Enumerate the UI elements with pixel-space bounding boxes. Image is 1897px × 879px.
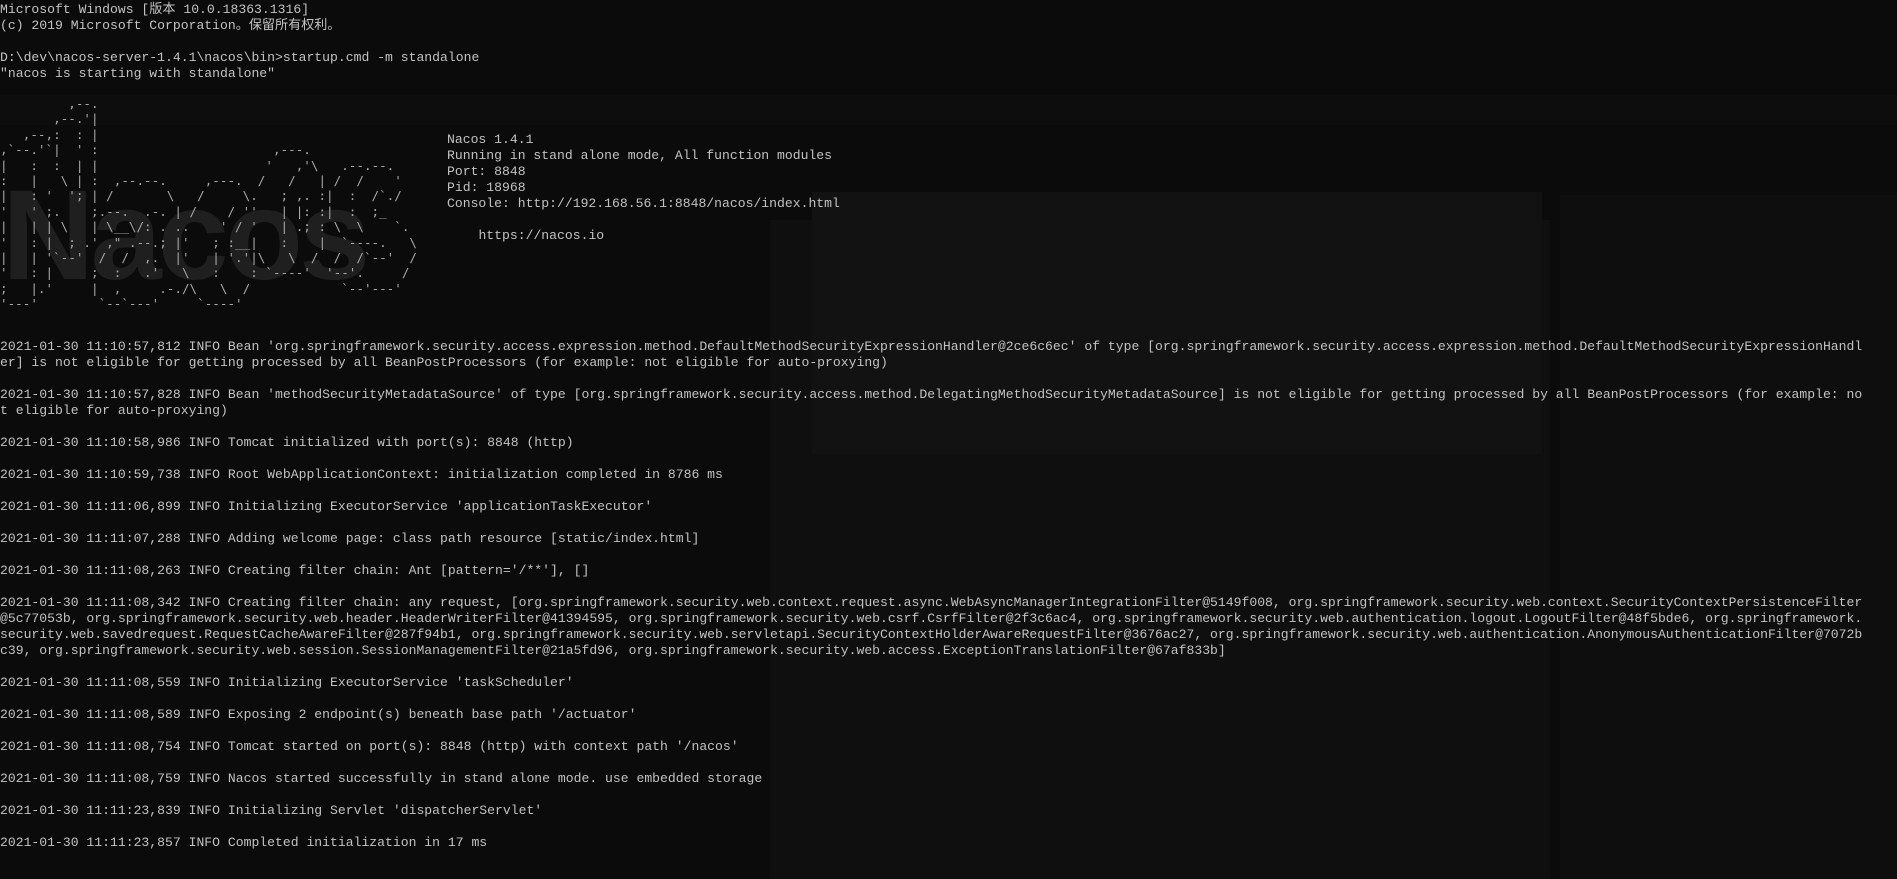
log-entry: 2021-01-30 11:11:08,759 INFO Nacos start…: [0, 771, 763, 786]
log-entry: 2021-01-30 11:11:06,899 INFO Initializin…: [0, 499, 653, 514]
log-entry: 2021-01-30 11:11:23,839 INFO Initializin…: [0, 803, 543, 818]
log-entry: 2021-01-30 11:10:57,812 INFO Bean 'org.s…: [0, 339, 1863, 370]
nacos-port: Port: 8848: [447, 164, 526, 179]
nacos-site-url: https://nacos.io: [478, 228, 605, 243]
copyright-line: (c) 2019 Microsoft Corporation。保留所有权利。: [0, 18, 341, 33]
log-entry: 2021-01-30 11:11:08,589 INFO Exposing 2 …: [0, 707, 637, 722]
log-entry: 2021-01-30 11:11:07,288 INFO Adding welc…: [0, 531, 700, 546]
log-entry: 2021-01-30 11:11:08,342 INFO Creating fi…: [0, 595, 1863, 658]
log-entry: 2021-01-30 11:11:08,263 INFO Creating fi…: [0, 563, 590, 578]
nacos-version: Nacos 1.4.1: [447, 132, 534, 147]
log-output: 2021-01-30 11:10:57,812 INFO Bean 'org.s…: [0, 339, 1897, 867]
windows-version-line: Microsoft Windows [版本 10.0.18363.1316]: [0, 2, 310, 17]
log-entry: 2021-01-30 11:11:08,754 INFO Tomcat star…: [0, 739, 739, 754]
log-entry: 2021-01-30 11:10:58,986 INFO Tomcat init…: [0, 435, 574, 450]
nacos-console-url: Console: http://192.168.56.1:8848/nacos/…: [447, 196, 840, 211]
log-entry: 2021-01-30 11:11:23,857 INFO Completed i…: [0, 835, 488, 850]
log-entry: 2021-01-30 11:11:08,559 INFO Initializin…: [0, 675, 574, 690]
log-entry: 2021-01-30 11:10:57,828 INFO Bean 'metho…: [0, 387, 1863, 418]
nacos-banner: Nacos ,--. ,--.'| ,--,: : | ,`--.'`| ' :…: [0, 96, 460, 316]
nacos-pid: Pid: 18968: [447, 180, 526, 195]
starting-message-line: "nacos is starting with standalone": [0, 66, 276, 81]
command-prompt-line: D:\dev\nacos-server-1.4.1\nacos\bin>star…: [0, 50, 480, 65]
log-entry: 2021-01-30 11:10:59,738 INFO Root WebApp…: [0, 467, 723, 482]
nacos-mode: Running in stand alone mode, All functio…: [447, 148, 833, 163]
terminal-window[interactable]: Microsoft Windows [版本 10.0.18363.1316] (c…: [0, 0, 1897, 879]
nacos-banner-info: Nacos 1.4.1 Running in stand alone mode, …: [447, 132, 840, 244]
console-header: Microsoft Windows [版本 10.0.18363.1316] (c…: [0, 2, 1897, 82]
nacos-ascii-art: ,--. ,--.'| ,--,: : | ,`--.'`| ' : ,---.…: [0, 96, 418, 312]
